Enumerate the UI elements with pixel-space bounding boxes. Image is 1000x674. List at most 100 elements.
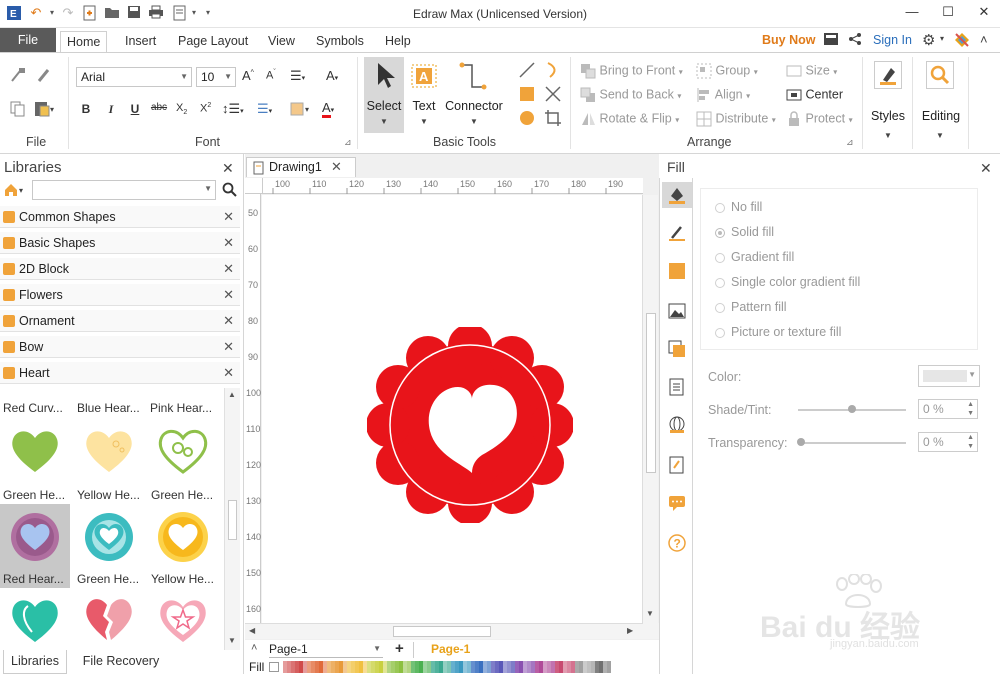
group-button[interactable]: Group ▾ (696, 63, 758, 79)
scroll-right-icon[interactable]: ▶ (627, 626, 633, 635)
text-direction-icon[interactable]: A▾ (326, 68, 338, 83)
close-category-icon[interactable]: ✕ (223, 261, 234, 277)
bold-button[interactable]: B (78, 102, 94, 116)
tab-help[interactable]: Help (379, 31, 417, 53)
styles-dropdown-icon[interactable]: ▼ (884, 131, 892, 140)
editing-button[interactable]: Editing ▼ (916, 57, 966, 147)
shape-thumb-red-heart-selected[interactable]: Red Hear... (0, 504, 70, 588)
page-select-dropdown-icon[interactable]: ▼ (373, 644, 381, 653)
close-category-icon[interactable]: ✕ (223, 365, 234, 381)
tab-insert[interactable]: Insert (119, 31, 162, 53)
add-page-button[interactable]: + (395, 640, 404, 657)
shade-tint-slider-knob[interactable] (848, 405, 856, 413)
rotate-flip-button[interactable]: Rotate & Flip ▾ (580, 111, 679, 127)
close-category-icon[interactable]: ✕ (223, 313, 234, 329)
page-tab-icon[interactable] (668, 378, 686, 396)
scroll-down-icon[interactable]: ▼ (646, 609, 654, 618)
ellipse-tool-icon[interactable] (518, 109, 536, 130)
tab-symbols[interactable]: Symbols (310, 31, 370, 53)
align-button[interactable]: Align ▾ (696, 87, 750, 103)
library-category-basic-shapes[interactable]: Basic Shapes ✕ (0, 232, 240, 254)
text-tool-button[interactable]: A Text ▼ (406, 57, 442, 133)
crop-icon[interactable] (544, 109, 562, 130)
shape-thumb-broken-heart[interactable] (74, 588, 144, 644)
shade-tint-stepper-icon[interactable]: ▲ ▼ (967, 400, 974, 418)
no-fill-swatch[interactable] (269, 662, 279, 672)
close-libraries-icon[interactable]: ✕ (222, 160, 234, 177)
connector-dropdown-icon[interactable]: ▼ (470, 117, 478, 126)
fill-tab-active[interactable] (662, 182, 692, 208)
message-icon[interactable] (823, 32, 839, 49)
page-tab-active[interactable]: Page-1 (431, 642, 470, 656)
no-fill-radio[interactable] (715, 203, 725, 213)
bring-to-front-button[interactable]: Bring to Front ▾ (580, 63, 683, 79)
color-swatch[interactable] (607, 661, 611, 673)
color-picker[interactable]: ▼ (918, 365, 980, 387)
line-tool-icon[interactable] (518, 61, 536, 82)
tab-home[interactable]: Home (60, 31, 108, 53)
help-tab-icon[interactable]: ? (668, 534, 686, 552)
close-category-icon[interactable]: ✕ (223, 235, 234, 251)
library-search-dropdown-icon[interactable]: ▼ (204, 184, 212, 193)
red-heart-badge-shape[interactable] (367, 327, 573, 523)
solid-fill-radio[interactable] (715, 228, 725, 238)
underline-button[interactable]: U (127, 102, 143, 116)
library-category-ornament[interactable]: Ornament ✕ (0, 310, 240, 332)
font-size-select[interactable]: 10 ▼ (196, 67, 236, 87)
font-dialog-launcher-icon[interactable]: ⊿ (344, 137, 352, 148)
arc-tool-icon[interactable] (544, 61, 562, 82)
single-color-gradient-radio[interactable] (715, 278, 725, 288)
tab-file-recovery[interactable]: File Recovery (76, 650, 166, 674)
close-fill-panel-icon[interactable]: ✕ (980, 160, 992, 177)
format-painter-icon[interactable] (10, 67, 26, 86)
strikethrough-button[interactable]: abc (148, 102, 170, 113)
close-category-icon[interactable]: ✕ (223, 287, 234, 303)
transparency-stepper-icon[interactable]: ▲ ▼ (967, 433, 974, 451)
font-name-select[interactable]: Arial ▼ (76, 67, 192, 87)
canvas-horizontal-scrollbar[interactable]: ◀ ▶ (245, 623, 643, 639)
sign-in-link[interactable]: Sign In (873, 33, 912, 47)
gallery-scroll-thumb[interactable] (228, 500, 237, 540)
shape-thumb-pink-star-heart[interactable] (148, 588, 218, 644)
send-to-back-button[interactable]: Send to Back ▾ (580, 87, 681, 103)
shape-caption[interactable]: Pink Hear... (150, 401, 212, 415)
tab-libraries[interactable]: Libraries (3, 650, 67, 674)
font-color-icon[interactable]: A▾ (322, 100, 334, 118)
canvas-vertical-scrollbar[interactable]: ▼ (642, 195, 658, 624)
clear-format-icon[interactable] (36, 67, 52, 86)
select-dropdown-icon[interactable]: ▼ (380, 117, 388, 126)
library-category-2d-block[interactable]: 2D Block ✕ (0, 258, 240, 280)
distribute-button[interactable]: Distribute ▾ (696, 111, 776, 127)
shape-caption[interactable]: Blue Hear... (77, 401, 140, 415)
close-category-icon[interactable]: ✕ (223, 209, 234, 225)
image-tab-icon[interactable] (668, 302, 686, 320)
canvas-vscroll-thumb[interactable] (646, 313, 656, 473)
shape-thumb-green-flower-heart[interactable]: Green He... (74, 504, 144, 588)
transparency-input[interactable]: 0 % ▲ ▼ (918, 432, 978, 452)
styles-button[interactable]: Styles ▼ (866, 57, 910, 147)
tab-view[interactable]: View (262, 31, 301, 53)
layers-tab-icon[interactable] (668, 340, 686, 358)
search-icon[interactable] (222, 182, 238, 201)
hyperlink-tab-icon[interactable] (668, 416, 686, 434)
document-tab[interactable]: Drawing1 ✕ (246, 157, 356, 177)
text-tool-dropdown-icon[interactable]: ▼ (420, 117, 428, 126)
library-category-heart[interactable]: Heart ✕ (0, 362, 240, 384)
line-style-tab-icon[interactable] (668, 224, 686, 242)
buy-now-link[interactable]: Buy Now (762, 33, 815, 47)
apps-icon[interactable] (954, 32, 970, 51)
protect-button[interactable]: Protect ▾ (786, 111, 853, 127)
pattern-fill-radio[interactable] (715, 303, 725, 313)
scroll-up-icon[interactable]: ▲ (228, 390, 236, 399)
shape-caption[interactable]: Red Curv... (3, 401, 63, 415)
italic-button[interactable]: I (103, 102, 119, 117)
rectangle-tool-icon[interactable] (518, 85, 536, 106)
shape-thumb-yellow-badge-heart[interactable]: Yellow He... (148, 504, 218, 588)
scroll-down-icon[interactable]: ▼ (228, 636, 236, 645)
connector-tool-button[interactable]: Connector ▼ (444, 57, 504, 133)
shape-thumb-green-heart[interactable]: Green He... (0, 420, 70, 504)
superscript-icon[interactable]: X2 (200, 102, 211, 115)
canvas-hscroll-thumb[interactable] (393, 626, 491, 637)
picture-fill-radio[interactable] (715, 328, 725, 338)
gear-dropdown-icon[interactable]: ▾ (940, 34, 944, 43)
